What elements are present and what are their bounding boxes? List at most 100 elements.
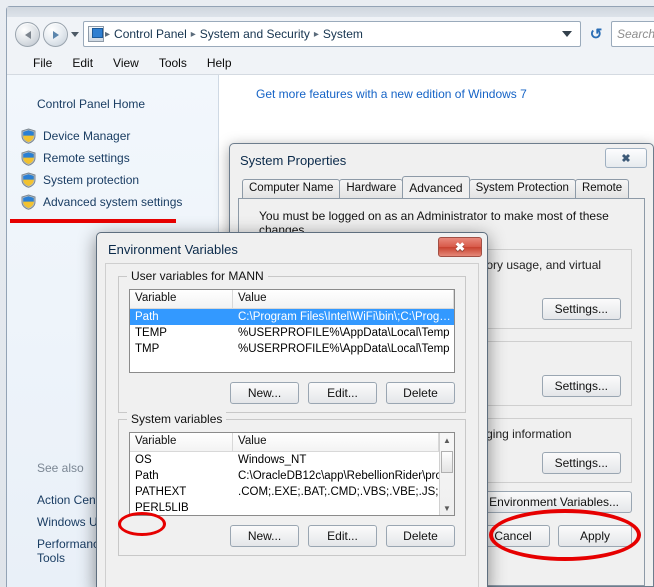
table-row[interactable]: TMP %USERPROFILE%\AppData\Local\Temp (130, 341, 454, 357)
user-edit-button[interactable]: Edit... (308, 382, 377, 404)
menu-help[interactable]: Help (197, 54, 242, 72)
table-row[interactable]: Path C:\Program Files\Intel\WiFi\bin\;C:… (130, 309, 454, 325)
cell-variable: PATHEXT (135, 486, 187, 498)
environment-variables-title: Environment Variables (108, 242, 238, 257)
sidebar-item-advanced-system-settings[interactable]: Advanced system settings (7, 191, 218, 213)
column-header-value[interactable]: Value (233, 433, 439, 451)
list-scrollbar[interactable]: ▲ ▼ (439, 433, 454, 515)
cell-variable: TEMP (135, 327, 167, 339)
tab-system-protection[interactable]: System Protection (468, 179, 576, 198)
tab-advanced[interactable]: Advanced (402, 176, 470, 198)
forward-button[interactable] (43, 22, 68, 47)
system-delete-button[interactable]: Delete (386, 525, 455, 547)
cell-variable: TMP (135, 343, 160, 355)
cell-variable: Path (135, 470, 159, 482)
sidebar-item-device-manager[interactable]: Device Manager (7, 125, 218, 147)
cell-variable: Path (135, 311, 159, 323)
list-header: Variable Value (130, 290, 454, 309)
breadcrumb-control-panel[interactable]: Control Panel (111, 27, 190, 41)
cell-value: C:\OracleDB12c\app\RebellionRider\pro… (238, 470, 439, 482)
user-new-button[interactable]: New... (230, 382, 299, 404)
cell-variable: PERL5LIB (135, 502, 189, 514)
shield-icon (21, 128, 36, 144)
menu-edit[interactable]: Edit (62, 54, 103, 72)
shield-icon (21, 172, 36, 188)
user-variables-group: User variables for MANN Variable Value P… (118, 269, 466, 413)
scrollbar-thumb[interactable] (441, 451, 453, 473)
close-icon[interactable]: ✖ (605, 148, 647, 168)
list-header: Variable Value (130, 433, 439, 452)
sidebar-item-label: Advanced system settings (43, 195, 183, 209)
system-properties-title: System Properties (240, 153, 347, 168)
column-header-variable[interactable]: Variable (130, 433, 233, 451)
table-row[interactable]: Path C:\OracleDB12c\app\RebellionRider\p… (130, 468, 439, 484)
user-variables-list-inner: Variable Value Path C:\Program Files\Int… (130, 290, 454, 372)
cell-value: .COM;.EXE;.BAT;.CMD;.VBS;.VBE;.JS;… (238, 486, 439, 498)
cell-value: Windows_NT (238, 454, 307, 466)
tab-hardware[interactable]: Hardware (339, 179, 404, 198)
menu-file[interactable]: File (23, 54, 62, 72)
apply-button[interactable]: Apply (558, 525, 632, 547)
refresh-icon[interactable]: ↺ (585, 23, 607, 45)
address-bar-row: ▸ Control Panel ▸ System and Security ▸ … (7, 17, 654, 51)
sidebar-item-control-panel-home[interactable]: Control Panel Home (7, 95, 218, 111)
column-header-value[interactable]: Value (233, 290, 454, 308)
tab-computer-name[interactable]: Computer Name (242, 179, 341, 198)
breadcrumb-separator: ▸ (105, 28, 111, 40)
cell-value: C:\Program Files\Intel\WiFi\bin\;C:\Prog… (238, 311, 451, 323)
get-more-features-link[interactable]: Get more features with a new edition of … (256, 87, 527, 101)
cell-variable: OS (135, 454, 152, 466)
user-variables-buttons: New... Edit... Delete (129, 382, 455, 404)
breadcrumb-separator: ▸ (313, 28, 319, 40)
chevron-down-icon[interactable] (562, 31, 572, 37)
sidebar-item-label: Remote settings (43, 151, 130, 165)
table-row[interactable]: PATHEXT .COM;.EXE;.BAT;.CMD;.VBS;.VBE;.J… (130, 484, 439, 500)
system-variables-group: System variables Variable Value OS Windo… (118, 412, 466, 556)
scroll-up-arrow-icon[interactable]: ▲ (440, 433, 454, 447)
control-panel-icon (88, 26, 104, 42)
system-properties-tabs: Computer Name Hardware Advanced System P… (238, 176, 645, 198)
table-row[interactable]: OS Windows_NT (130, 452, 439, 468)
search-input[interactable]: Search C (611, 21, 654, 47)
breadcrumb-system-and-security[interactable]: System and Security (197, 27, 313, 41)
breadcrumb-system[interactable]: System (320, 27, 366, 41)
user-profiles-settings-button[interactable]: Settings... (541, 375, 621, 397)
table-row[interactable]: PERL5LIB (130, 500, 439, 515)
breadcrumb-separator: ▸ (190, 28, 196, 40)
tab-remote[interactable]: Remote (574, 179, 630, 198)
cell-value: %USERPROFILE%\AppData\Local\Temp (238, 327, 450, 339)
startup-recovery-settings-button[interactable]: Settings... (541, 452, 621, 474)
see-also-heading: See also (37, 461, 84, 475)
system-variables-list-inner: Variable Value OS Windows_NT Path C:\Ora… (130, 433, 439, 515)
system-variables-buttons: New... Edit... Delete (129, 525, 455, 547)
system-variables-list[interactable]: Variable Value OS Windows_NT Path C:\Ora… (129, 432, 455, 516)
environment-variables-body: User variables for MANN Variable Value P… (105, 263, 479, 587)
performance-settings-button[interactable]: Settings... (541, 298, 621, 320)
menu-bar: File Edit View Tools Help (7, 51, 654, 75)
sidebar-item-remote-settings[interactable]: Remote settings (7, 147, 218, 169)
user-delete-button[interactable]: Delete (386, 382, 455, 404)
shield-icon (21, 194, 36, 210)
window-titlebar-glass (7, 7, 654, 17)
table-row[interactable]: TEMP %USERPROFILE%\AppData\Local\Temp (130, 325, 454, 341)
address-bar[interactable]: ▸ Control Panel ▸ System and Security ▸ … (83, 21, 581, 47)
user-variables-list[interactable]: Variable Value Path C:\Program Files\Int… (129, 289, 455, 373)
scroll-down-arrow-icon[interactable]: ▼ (440, 501, 454, 515)
column-header-variable[interactable]: Variable (130, 290, 233, 308)
recent-pages-dropdown-icon[interactable] (71, 32, 79, 37)
search-placeholder: Search C (617, 27, 654, 41)
sidebar-item-label: Device Manager (43, 129, 131, 143)
system-new-button[interactable]: New... (230, 525, 299, 547)
cell-value: %USERPROFILE%\AppData\Local\Temp (238, 343, 450, 355)
menu-tools[interactable]: Tools (149, 54, 197, 72)
system-edit-button[interactable]: Edit... (308, 525, 377, 547)
sidebar-item-system-protection[interactable]: System protection (7, 169, 218, 191)
sidebar-item-label: System protection (43, 173, 140, 187)
shield-icon (21, 150, 36, 166)
user-variables-group-title: User variables for MANN (127, 269, 268, 283)
back-button[interactable] (15, 22, 40, 47)
environment-variables-button[interactable]: Environment Variables... (476, 491, 632, 513)
back-arrow-icon (24, 30, 31, 39)
menu-view[interactable]: View (103, 54, 149, 72)
close-icon[interactable]: ✖ (438, 237, 482, 257)
